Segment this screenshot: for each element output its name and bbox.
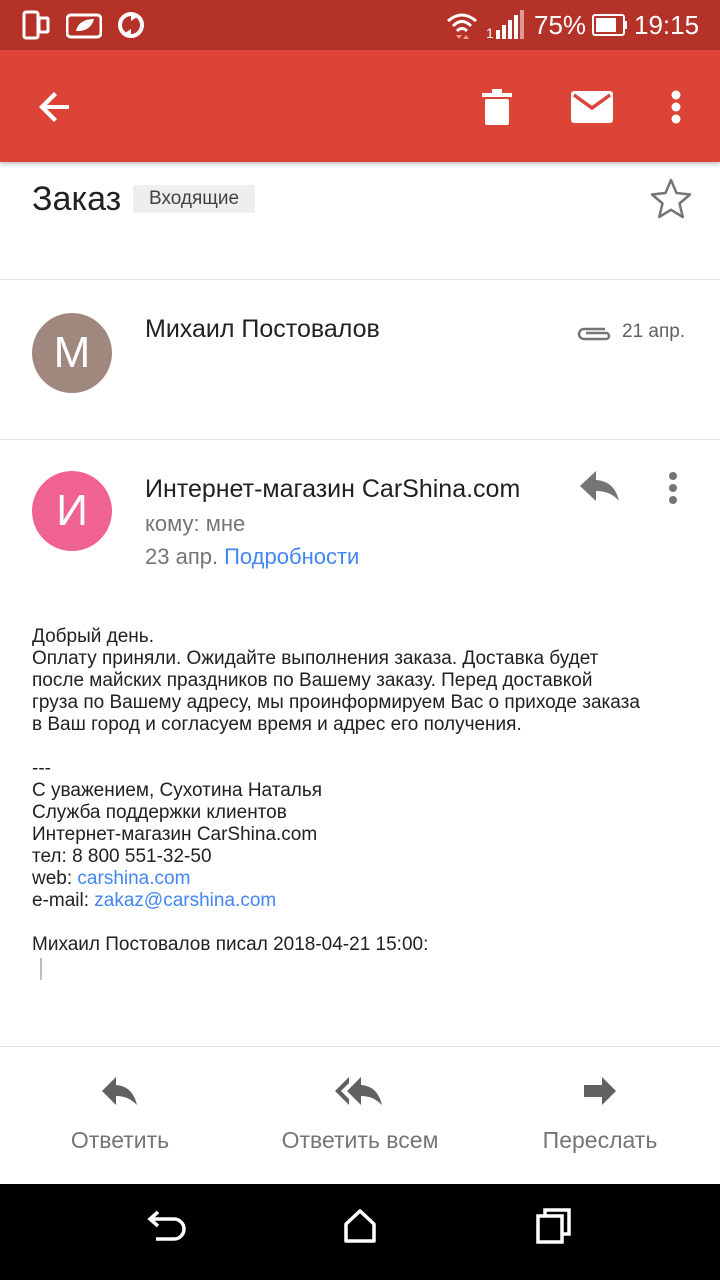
- nav-back-icon[interactable]: [146, 1206, 188, 1251]
- label-chip-inbox[interactable]: Входящие: [133, 185, 256, 213]
- quoted-text-bar: [40, 958, 42, 980]
- forward-icon: [480, 1075, 720, 1115]
- message-actions: Ответить Ответить всем Переслать: [0, 1046, 720, 1184]
- signal-icon: 1: [486, 0, 526, 50]
- thread-subject: Заказ: [32, 180, 122, 218]
- battery-icon: [592, 0, 628, 50]
- status-bar: 1 75% 19:15: [0, 0, 720, 50]
- collapsed-message[interactable]: М Михаил Постовалов 21 апр.: [0, 281, 720, 440]
- avatar-letter: М: [53, 328, 91, 377]
- attachment-icon: [575, 323, 613, 350]
- body-greeting: Добрый день.: [32, 626, 154, 647]
- phone-outline-icon: [22, 0, 50, 50]
- forward-button[interactable]: Переслать: [480, 1075, 720, 1154]
- forward-label: Переслать: [542, 1127, 658, 1153]
- reply-all-label: Ответить всем: [281, 1127, 439, 1153]
- sender-name: Михаил Постовалов: [145, 315, 380, 343]
- reply-all-button[interactable]: Ответить всем: [240, 1075, 480, 1154]
- body-line: груза по Вашему адресу, мы проинформируе…: [32, 692, 640, 713]
- reply-icon: [0, 1075, 240, 1115]
- signature-web: web: carshina.com: [32, 868, 692, 890]
- subject-row: Заказ Входящие: [0, 162, 720, 280]
- body-line: Оплату приняли. Ожидайте выполнения зака…: [32, 648, 599, 669]
- message-date: 23 апр.: [145, 544, 219, 569]
- signature-line: тел: 8 800 551-32-50: [32, 846, 212, 867]
- body-line: после майских праздников по Вашему заказ…: [32, 670, 593, 691]
- message-date: 21 апр.: [622, 321, 686, 342]
- signature-line: Служба поддержки клиентов: [32, 802, 287, 823]
- avatar: М: [32, 313, 112, 393]
- wifi-icon: [446, 0, 478, 50]
- sender-name: Интернет-магазин CarShina.com: [145, 475, 521, 503]
- app-bar: [0, 50, 720, 162]
- sync-icon: [116, 0, 146, 50]
- nav-recents-icon[interactable]: [534, 1206, 574, 1251]
- signature-email: e-mail: zakaz@carshina.com: [32, 890, 692, 912]
- avatar: И: [32, 471, 112, 551]
- quote-intro: Михаил Постовалов писал 2018-04-21 15:00…: [32, 934, 429, 955]
- back-arrow-icon[interactable]: [30, 82, 80, 132]
- more-vert-icon[interactable]: [668, 471, 678, 510]
- body-spacer: [32, 912, 692, 934]
- body-spacer: [32, 736, 692, 758]
- email-label: e-mail:: [32, 890, 90, 911]
- expanded-message-header: И Интернет-магазин CarShina.com кому: мн…: [0, 441, 720, 591]
- clock: 19:15: [634, 9, 700, 40]
- signature-line: С уважением, Сухотина Наталья: [32, 780, 323, 801]
- body-line: в Ваш город и согласуем время и адрес ег…: [32, 714, 522, 735]
- nav-home-icon[interactable]: [340, 1206, 380, 1251]
- leaf-notification-icon: [66, 0, 102, 50]
- delete-icon[interactable]: [472, 82, 522, 132]
- email-link[interactable]: zakaz@carshina.com: [94, 890, 276, 911]
- reply-button[interactable]: Ответить: [0, 1075, 240, 1154]
- signature-line: Интернет-магазин CarShina.com: [32, 824, 318, 845]
- star-icon[interactable]: [648, 176, 694, 227]
- mark-unread-icon[interactable]: [566, 82, 618, 132]
- battery-percent: 75%: [534, 9, 587, 40]
- avatar-letter: И: [56, 486, 88, 535]
- reply-icon[interactable]: [578, 469, 622, 508]
- message-date-line: 23 апр. Подробности: [145, 544, 359, 570]
- signature-separator: ---: [32, 758, 51, 779]
- recipient-line: кому: мне: [145, 511, 246, 536]
- gmail-thread-screen: 1 75% 19:15 Заказ Входящие М Михаил Пост…: [0, 0, 720, 1280]
- details-link[interactable]: Подробности: [224, 544, 359, 569]
- more-vert-icon[interactable]: [656, 82, 696, 132]
- reply-all-icon: [240, 1075, 480, 1115]
- web-link[interactable]: carshina.com: [77, 868, 190, 889]
- svg-text:1: 1: [486, 25, 494, 40]
- reply-label: Ответить: [70, 1127, 170, 1153]
- system-nav-bar: [0, 1184, 720, 1280]
- message-body: Добрый день. Оплату приняли. Ожидайте вы…: [32, 626, 692, 956]
- web-label: web:: [32, 868, 73, 889]
